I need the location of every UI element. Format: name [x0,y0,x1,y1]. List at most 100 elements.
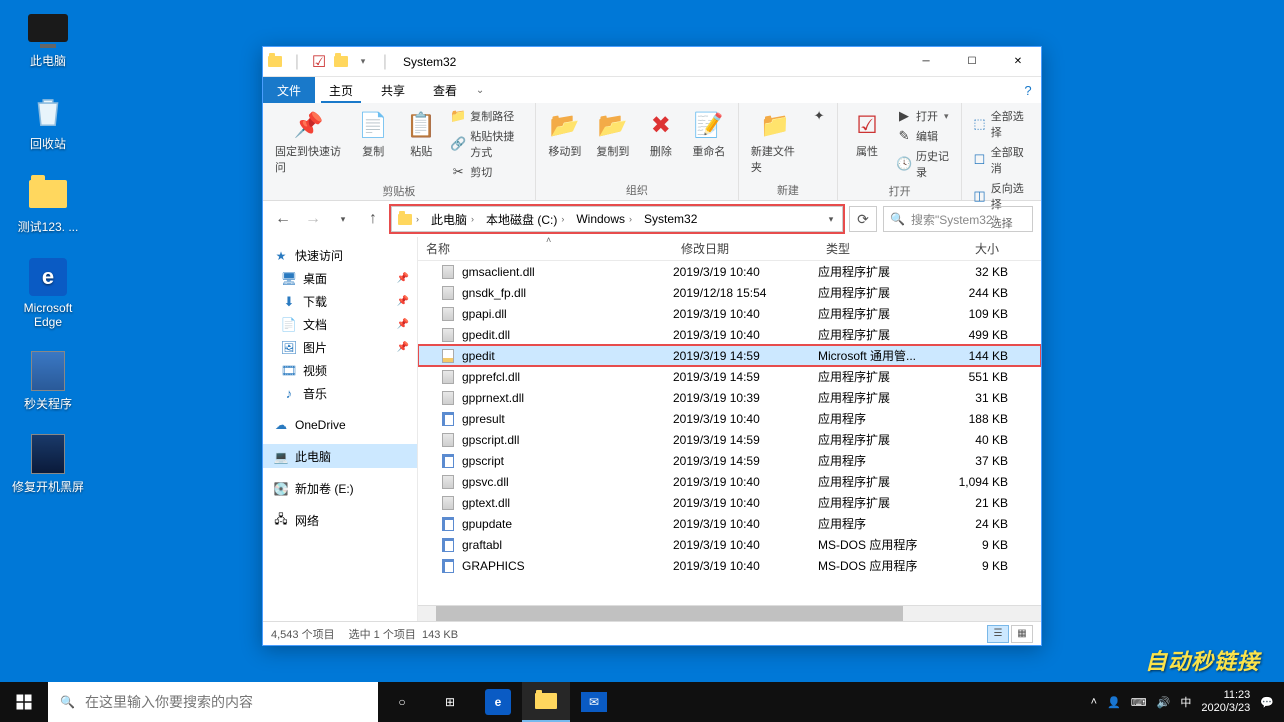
file-row[interactable]: gpsvc.dll2019/3/19 10:40应用程序扩展1,094 KB [418,471,1041,492]
ribbon-expand-icon[interactable]: ⌄ [471,77,489,103]
taskview-button[interactable]: ⊞ [426,682,474,722]
group-label: 新建 [777,180,799,198]
select-none-button[interactable]: ☐全部取消 [970,143,1033,177]
breadcrumb[interactable]: System32 [638,207,703,231]
paste-shortcut-button[interactable]: 🔗粘贴快捷方式 [448,127,527,161]
delete-button[interactable]: ✖删除 [640,107,682,161]
copy-button[interactable]: 📄复制 [352,107,394,161]
taskbar-search[interactable]: 🔍 [48,682,378,722]
taskbar-search-input[interactable] [85,694,366,710]
maximize-button[interactable]: ☐ [949,47,995,77]
forward-button[interactable]: → [301,207,325,231]
search-box[interactable]: 🔍 搜索"System32" [883,206,1033,232]
newfolder-button[interactable]: 📁新建文件夹 [747,107,803,177]
desktop-icon-label: Microsoft Edge [8,301,88,329]
nav-item[interactable]: ⬇下载📌 [263,290,417,313]
desktop-icon-recyclebin[interactable]: 回收站 [8,91,88,152]
moveto-button[interactable]: 📂移动到 [544,107,586,161]
file-row[interactable]: gpedit2019/3/19 14:59Microsoft 通用管...144… [418,345,1041,366]
cut-button[interactable]: ✂剪切 [448,163,527,181]
nav-item[interactable]: ♪音乐 [263,382,417,405]
addr-root-icon[interactable]: › [392,207,425,231]
taskbar-edge[interactable]: e [474,682,522,722]
file-row[interactable]: gpscript.dll2019/3/19 14:59应用程序扩展40 KB [418,429,1041,450]
start-button[interactable] [0,682,48,722]
file-row[interactable]: gpedit.dll2019/3/19 10:40应用程序扩展499 KB [418,324,1041,345]
nav-quickaccess[interactable]: ★快速访问 [263,243,417,267]
col-size[interactable]: 大小 [938,240,1008,257]
tab-share[interactable]: 共享 [367,77,419,103]
open-button[interactable]: ▶打开▾ [894,107,953,125]
file-row[interactable]: gpprnext.dll2019/3/19 10:39应用程序扩展31 KB [418,387,1041,408]
tray-volume-icon[interactable]: 🔊 [1157,696,1171,709]
titlebar[interactable]: | ☑ ▾ | System32 ─ ☐ ✕ [263,47,1041,77]
tray-ime-icon[interactable]: ⌨ [1131,696,1147,709]
nav-item[interactable]: 🖼图片📌 [263,336,417,359]
file-row[interactable]: gmsaclient.dll2019/3/19 10:40应用程序扩展32 KB [418,261,1041,282]
new-item-button[interactable]: ✦ [809,107,829,125]
taskbar-explorer[interactable] [522,682,570,722]
cortana-button[interactable]: ○ [378,682,426,722]
desktop-icon-thispc[interactable]: 此电脑 [8,8,88,69]
edit-button[interactable]: ✎编辑 [894,127,953,145]
properties-button[interactable]: ☑属性 [846,107,888,161]
breadcrumb[interactable]: 此电脑› [425,207,480,231]
file-row[interactable]: gnsdk_fp.dll2019/12/18 15:54应用程序扩展244 KB [418,282,1041,303]
qat-dropdown-icon[interactable]: ▾ [355,54,371,70]
nav-item[interactable]: 🎞视频 [263,359,417,382]
paste-button[interactable]: 📋粘贴 [400,107,442,161]
view-large-button[interactable]: ▦ [1011,625,1033,643]
tray-chevron-icon[interactable]: ˄ [1091,696,1097,708]
tray-clock[interactable]: 11:23 2020/3/23 [1201,689,1250,715]
tab-file[interactable]: 文件 [263,77,315,103]
recent-dropdown[interactable]: ▾ [331,207,355,231]
tray-lang-icon[interactable]: 中 [1180,694,1191,710]
refresh-button[interactable]: ⟳ [849,206,877,232]
horizontal-scrollbar[interactable] [418,605,1041,621]
qat-properties-icon[interactable]: ☑ [311,54,327,70]
close-button[interactable]: ✕ [995,47,1041,77]
desktop-icon-app1[interactable]: 秒关程序 [8,351,88,412]
view-details-button[interactable]: ☰ [987,625,1009,643]
rename-button[interactable]: 📝重命名 [688,107,730,161]
nav-volume[interactable]: 💽新加卷 (E:) [263,476,417,500]
file-row[interactable]: gpresult2019/3/19 10:40应用程序188 KB [418,408,1041,429]
cloud-icon: ☁ [273,417,289,433]
file-row[interactable]: gpscript2019/3/19 14:59应用程序37 KB [418,450,1041,471]
breadcrumb[interactable]: Windows› [570,207,638,231]
back-button[interactable]: ← [271,207,295,231]
qat-newfolder-icon[interactable] [333,54,349,70]
copy-path-button[interactable]: 📁复制路径 [448,107,527,125]
file-row[interactable]: gpupdate2019/3/19 10:40应用程序24 KB [418,513,1041,534]
file-row[interactable]: gpprefcl.dll2019/3/19 14:59应用程序扩展551 KB [418,366,1041,387]
address-bar[interactable]: › 此电脑› 本地磁盘 (C:)› Windows› System32 ▾ [391,206,843,232]
copyto-button[interactable]: 📂复制到 [592,107,634,161]
tab-home[interactable]: 主页 [315,77,367,103]
help-icon[interactable]: ? [1015,77,1041,103]
file-row[interactable]: graftabl2019/3/19 10:40MS-DOS 应用程序9 KB [418,534,1041,555]
tray-notifications-icon[interactable]: 💬 [1260,696,1274,709]
nav-item[interactable]: 🖥桌面📌 [263,267,417,290]
file-row[interactable]: gpapi.dll2019/3/19 10:40应用程序扩展109 KB [418,303,1041,324]
col-date[interactable]: 修改日期 [673,240,818,257]
file-row[interactable]: GRAPHICS2019/3/19 10:40MS-DOS 应用程序9 KB [418,555,1041,576]
tray-people-icon[interactable]: 👤 [1107,696,1121,709]
nav-network[interactable]: 🖧网络 [263,508,417,532]
desktop-icon-edge[interactable]: e Microsoft Edge [8,257,88,329]
desktop-icon-folder[interactable]: 测试123. ... [8,174,88,235]
col-type[interactable]: 类型 [818,240,938,257]
addr-dropdown-icon[interactable]: ▾ [820,214,842,225]
breadcrumb[interactable]: 本地磁盘 (C:)› [480,207,570,231]
desktop-icon-app2[interactable]: 修复开机黑屏 [8,434,88,495]
minimize-button[interactable]: ─ [903,47,949,77]
file-row[interactable]: gptext.dll2019/3/19 10:40应用程序扩展21 KB [418,492,1041,513]
select-all-button[interactable]: ⬚全部选择 [970,107,1033,141]
tab-view[interactable]: 查看 [419,77,471,103]
taskbar-mail[interactable]: ✉ [570,682,618,722]
nav-onedrive[interactable]: ☁OneDrive [263,413,417,436]
history-button[interactable]: 🕓历史记录 [894,147,953,181]
nav-item[interactable]: 📄文档📌 [263,313,417,336]
nav-thispc[interactable]: 💻此电脑 [263,444,417,468]
pin-quickaccess-button[interactable]: 📌固定到快速访问 [271,107,346,177]
up-button[interactable]: ↑ [361,207,385,231]
